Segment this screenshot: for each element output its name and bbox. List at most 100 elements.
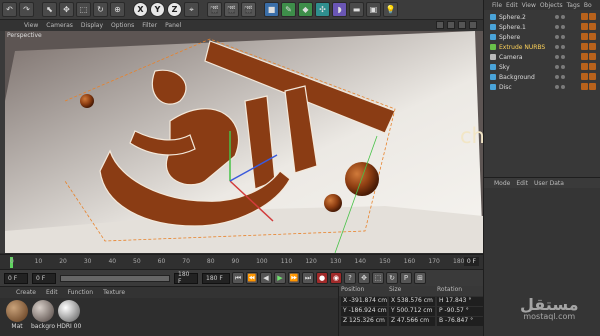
material-menu-edit[interactable]: Edit	[46, 289, 58, 296]
render-visibility-dot[interactable]	[561, 65, 565, 69]
zoom-icon[interactable]	[447, 21, 455, 29]
start-frame-field[interactable]: 0 F	[4, 272, 28, 284]
scale-tool-icon[interactable]: ⬚	[76, 2, 91, 17]
texture-tag-icon[interactable]	[581, 33, 588, 40]
object-row[interactable]: Extrude NURBS	[484, 42, 600, 52]
editor-visibility-dot[interactable]	[555, 55, 559, 59]
deformer-icon[interactable]: ◗	[332, 2, 347, 17]
go-to-end-icon[interactable]: ⏭	[302, 272, 314, 284]
editor-visibility-dot[interactable]	[555, 75, 559, 79]
rotate-tool-icon[interactable]: ↻	[93, 2, 108, 17]
render-settings-icon[interactable]: 🎬	[241, 2, 256, 17]
material-slot[interactable]: backgro	[30, 300, 56, 330]
rotation-key-icon[interactable]: ↻	[386, 272, 398, 284]
position-y-field[interactable]: Y -186.924 cm	[341, 307, 387, 316]
material-menu-create[interactable]: Create	[16, 289, 36, 296]
object-menu-tags[interactable]: Tags	[567, 2, 580, 9]
position-key-icon[interactable]: ✥	[358, 272, 370, 284]
attribute-menu-mode[interactable]: Mode	[494, 180, 510, 187]
texture-tag-icon[interactable]	[589, 63, 596, 70]
object-row[interactable]: Sphere	[484, 32, 600, 42]
undo-icon[interactable]: ↶	[2, 2, 17, 17]
object-row[interactable]: Background	[484, 72, 600, 82]
object-row[interactable]: Disc	[484, 82, 600, 92]
attribute-menu-edit[interactable]: Edit	[516, 180, 528, 187]
rotation-b-field[interactable]: B -76.847 °	[437, 317, 483, 326]
viewport-menu-filter[interactable]: Filter	[142, 22, 157, 29]
timeline[interactable]: 0 10 20 30 40 50 60 70 80 90 100 110 120 130 140 150 160…	[0, 254, 483, 269]
texture-tag-icon[interactable]	[589, 43, 596, 50]
next-key-icon[interactable]: ⏩	[288, 272, 300, 284]
material-slot[interactable]: Mat	[4, 300, 30, 330]
texture-tag-icon[interactable]	[589, 33, 596, 40]
record-icon[interactable]: ●	[316, 272, 328, 284]
coordinate-system-icon[interactable]: ⌖	[184, 2, 199, 17]
texture-tag-icon[interactable]	[581, 43, 588, 50]
live-selection-icon[interactable]: ⬉	[42, 2, 57, 17]
editor-visibility-dot[interactable]	[555, 15, 559, 19]
x-axis-lock-button[interactable]: X	[133, 2, 148, 17]
render-visibility-dot[interactable]	[561, 85, 565, 89]
editor-visibility-dot[interactable]	[555, 85, 559, 89]
texture-tag-icon[interactable]	[589, 53, 596, 60]
visibility-dots[interactable]	[555, 75, 565, 79]
autokey-icon[interactable]: ◉	[330, 272, 342, 284]
object-tags[interactable]	[581, 33, 596, 40]
texture-tag-icon[interactable]	[589, 23, 596, 30]
visibility-dots[interactable]	[555, 45, 565, 49]
object-menu-edit[interactable]: Edit	[506, 2, 518, 9]
object-tags[interactable]	[581, 53, 596, 60]
scale-key-icon[interactable]: ⬚	[372, 272, 384, 284]
object-tags[interactable]	[581, 83, 596, 90]
material-menu-function[interactable]: Function	[68, 289, 94, 296]
object-menu-objects[interactable]: Objects	[540, 2, 563, 9]
rotation-h-field[interactable]: H 17.843 °	[437, 297, 483, 306]
maximize-icon[interactable]	[469, 21, 477, 29]
orbit-icon[interactable]	[458, 21, 466, 29]
position-z-field[interactable]: Z 125.326 cm	[341, 317, 387, 326]
cube-icon[interactable]: ■	[264, 2, 279, 17]
visibility-dots[interactable]	[555, 15, 565, 19]
texture-tag-icon[interactable]	[589, 13, 596, 20]
texture-tag-icon[interactable]	[581, 63, 588, 70]
pla-key-icon[interactable]: ⊞	[414, 272, 426, 284]
render-visibility-dot[interactable]	[561, 45, 565, 49]
viewport-menu-view[interactable]: View	[24, 22, 38, 29]
render-visibility-dot[interactable]	[561, 25, 565, 29]
visibility-dots[interactable]	[555, 35, 565, 39]
light-icon[interactable]: 💡	[383, 2, 398, 17]
viewport-menu-panel[interactable]: Panel	[165, 22, 181, 29]
3d-viewport[interactable]: Perspective	[5, 31, 483, 253]
object-row[interactable]: Sphere.1	[484, 22, 600, 32]
texture-tag-icon[interactable]	[581, 23, 588, 30]
rotation-p-field[interactable]: P -90.57 °	[437, 307, 483, 316]
texture-tag-icon[interactable]	[581, 53, 588, 60]
object-menu-bookmarks[interactable]: Bo	[584, 2, 592, 9]
texture-tag-icon[interactable]	[581, 13, 588, 20]
current-frame-field[interactable]: 0 F	[463, 257, 479, 266]
texture-tag-icon[interactable]	[589, 73, 596, 80]
go-to-start-icon[interactable]: ⏮	[232, 272, 244, 284]
end-frame-field[interactable]: 180 F	[202, 272, 230, 284]
texture-tag-icon[interactable]	[581, 73, 588, 80]
camera-icon[interactable]: ▣	[366, 2, 381, 17]
material-menu-texture[interactable]: Texture	[103, 289, 125, 296]
keyframe-selection-icon[interactable]: ?	[344, 272, 356, 284]
viewport-menu-options[interactable]: Options	[111, 22, 134, 29]
move-tool-icon[interactable]: ✥	[59, 2, 74, 17]
material-slot[interactable]: HDRI 00	[56, 300, 82, 330]
object-row[interactable]: Sphere.2	[484, 12, 600, 22]
object-row[interactable]: Sky	[484, 62, 600, 72]
object-row[interactable]: Camera	[484, 52, 600, 62]
pen-spline-icon[interactable]: ✎	[281, 2, 296, 17]
editor-visibility-dot[interactable]	[555, 45, 559, 49]
visibility-dots[interactable]	[555, 85, 565, 89]
editor-visibility-dot[interactable]	[555, 35, 559, 39]
render-visibility-dot[interactable]	[561, 35, 565, 39]
param-key-icon[interactable]: P	[400, 272, 412, 284]
min-frame-field[interactable]: 0 F	[32, 272, 56, 284]
object-tags[interactable]	[581, 43, 596, 50]
z-axis-lock-button[interactable]: Z	[167, 2, 182, 17]
position-x-field[interactable]: X -391.874 cm	[341, 297, 387, 306]
object-menu-file[interactable]: File	[492, 2, 502, 9]
